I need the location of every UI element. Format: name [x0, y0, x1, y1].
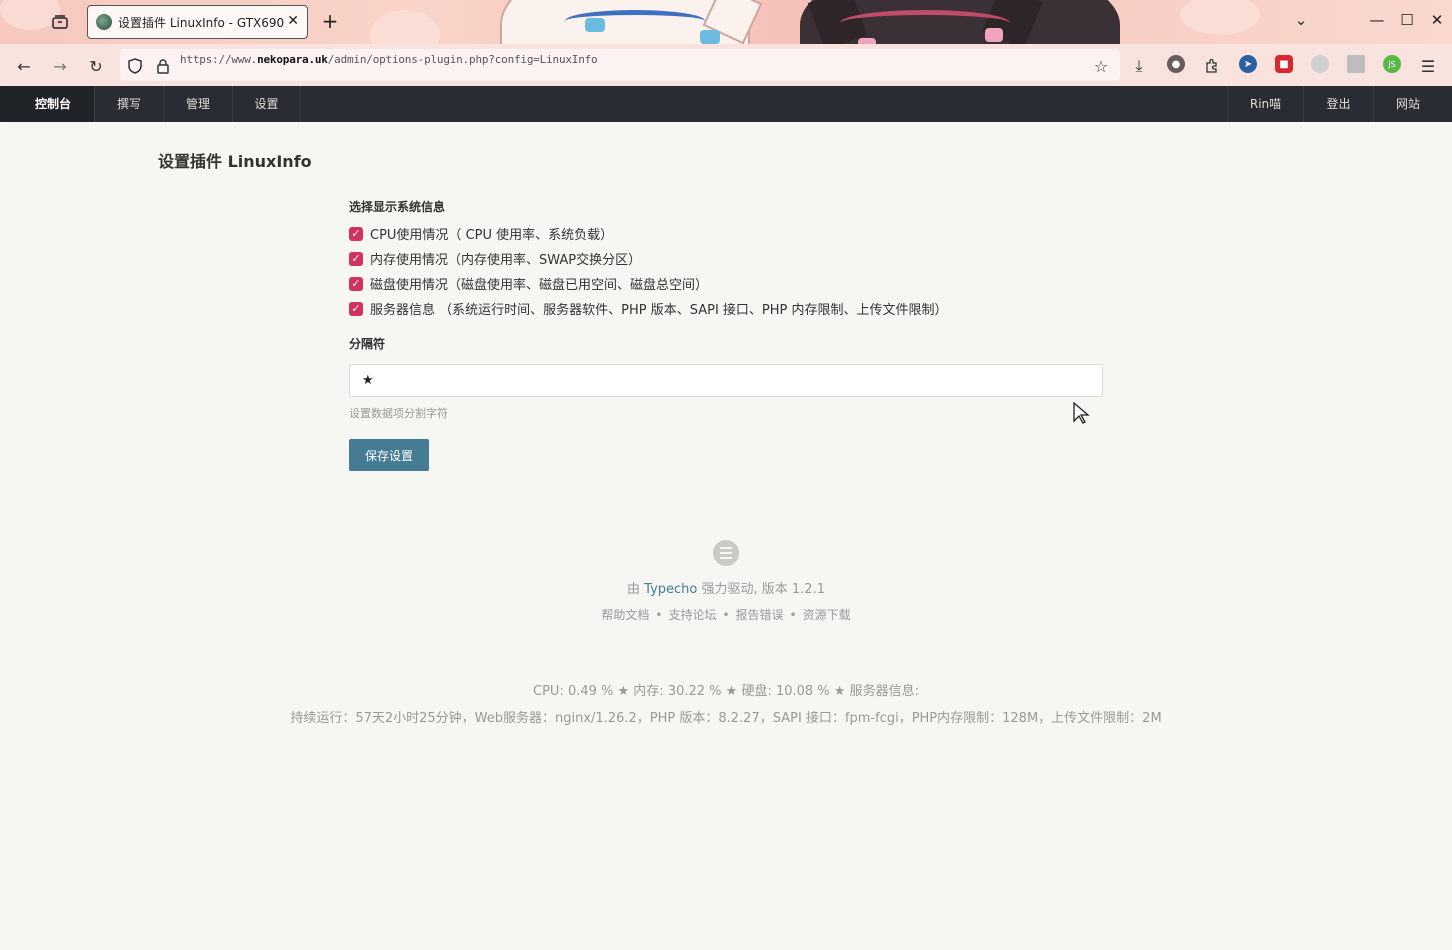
- checkbox-cpu[interactable]: ✓: [349, 226, 363, 241]
- help-docs-link[interactable]: 帮助文档: [601, 608, 649, 622]
- theme-art-bow: [700, 30, 720, 44]
- page-title: 设置插件 LinuxInfo: [158, 152, 312, 171]
- close-icon[interactable]: ✕: [1427, 11, 1447, 29]
- typecho-logo-icon: [713, 540, 739, 566]
- downloads-link[interactable]: 资源下载: [803, 608, 851, 622]
- ublock-icon[interactable]: ■: [1275, 55, 1293, 73]
- theme-art-bow: [585, 18, 605, 32]
- extension-icon[interactable]: ●: [1167, 55, 1185, 73]
- menu-write[interactable]: 撰写: [95, 86, 164, 122]
- system-stats-line1: CPU: 0.49 % ★ 内存: 30.22 % ★ 硬盘: 10.08 % …: [533, 684, 919, 699]
- browser-tab-active[interactable]: 设置插件 LinuxInfo - GTX690 ✕: [87, 5, 308, 39]
- tab-list-icon[interactable]: [48, 10, 72, 34]
- separator-dot: •: [789, 608, 797, 622]
- separator-dot: •: [655, 608, 663, 622]
- lock-icon[interactable]: [152, 55, 174, 77]
- menu-manage[interactable]: 管理: [164, 86, 233, 122]
- new-tab-button[interactable]: +: [318, 9, 342, 33]
- download-icon[interactable]: ⤓: [1128, 55, 1150, 77]
- theme-art-bow: [985, 28, 1003, 42]
- maximize-icon[interactable]: ☐: [1397, 11, 1417, 29]
- minimize-icon[interactable]: —: [1367, 11, 1387, 29]
- tab-title: 设置插件 LinuxInfo - GTX690: [118, 15, 284, 30]
- powered-prefix: 由: [627, 582, 645, 597]
- option-server-label: 服务器信息 （系统运行时间、服务器软件、PHP 版本、SAPI 接口、PHP 内…: [370, 303, 948, 318]
- reload-icon[interactable]: ↻: [85, 55, 107, 77]
- plugin-config-form: 选择显示系统信息 ✓ CPU使用情况（ CPU 使用率、系统负载） ✓ 内存使用…: [349, 198, 1103, 471]
- menu-settings[interactable]: 设置: [233, 86, 301, 122]
- save-settings-button[interactable]: 保存设置: [349, 439, 429, 471]
- checkbox-disk[interactable]: ✓: [349, 276, 363, 291]
- menu-user[interactable]: Rin喵: [1227, 86, 1303, 122]
- shield-icon[interactable]: [124, 55, 146, 77]
- admin-nav: 控制台 撰写 管理 设置 Rin喵 登出 网站: [0, 86, 1452, 122]
- back-icon[interactable]: ←: [13, 55, 35, 77]
- admin-nav-spacer: [0, 86, 12, 122]
- option-memory-label: 内存使用情况（内存使用率、SWAP交换分区）: [370, 253, 642, 268]
- reader-icon[interactable]: [1347, 55, 1365, 73]
- report-bug-link[interactable]: 报告错误: [736, 608, 784, 622]
- menu-icon[interactable]: ☰: [1417, 55, 1439, 77]
- option-cpu[interactable]: ✓ CPU使用情况（ CPU 使用率、系统负载）: [349, 221, 1103, 246]
- site-favicon-icon: [96, 14, 112, 30]
- footer-links: 帮助文档 • 支持论坛 • 报告错误 • 资源下载: [0, 606, 1452, 623]
- background-petal: [1180, 0, 1260, 35]
- powered-suffix: 强力驱动, 版本 1.2.1: [697, 582, 825, 597]
- js-ext-icon[interactable]: JS: [1383, 55, 1401, 73]
- tab-close-icon[interactable]: ✕: [287, 13, 299, 29]
- puzzle-icon[interactable]: [1201, 55, 1223, 77]
- mouse-cursor-icon: [1072, 401, 1090, 428]
- chevron-down-icon[interactable]: ⌄: [1291, 11, 1311, 29]
- browser-tab-strip: 设置插件 LinuxInfo - GTX690 ✕ + ⌄ — ☐ ✕: [0, 0, 1452, 44]
- separator-dot: •: [722, 608, 730, 622]
- option-server[interactable]: ✓ 服务器信息 （系统运行时间、服务器软件、PHP 版本、SAPI 接口、PHP…: [349, 296, 1103, 321]
- cursor-ext-icon[interactable]: ➤: [1239, 55, 1257, 73]
- options-list: ✓ CPU使用情况（ CPU 使用率、系统负载） ✓ 内存使用情况（内存使用率、…: [349, 221, 1103, 321]
- option-disk-label: 磁盘使用情况（磁盘使用率、磁盘已用空间、磁盘总空间）: [370, 278, 709, 293]
- menu-logout[interactable]: 登出: [1303, 86, 1373, 122]
- checkbox-server[interactable]: ✓: [349, 301, 363, 316]
- system-stats-line2: 持续运行：57天2小时25分钟，Web服务器：nginx/1.26.2，PHP …: [290, 711, 1162, 726]
- footer: 由 Typecho 强力驱动, 版本 1.2.1 帮助文档 • 支持论坛 • 报告错误 •…: [0, 540, 1452, 726]
- url-text[interactable]: https://www.nekopara.uk/admin/options-pl…: [180, 53, 598, 66]
- separator-label: 分隔符: [349, 337, 386, 351]
- ext-icon[interactable]: [1311, 55, 1329, 73]
- option-memory[interactable]: ✓ 内存使用情况（内存使用率、SWAP交换分区）: [349, 246, 1103, 271]
- powered-by: 由 Typecho 强力驱动, 版本 1.2.1: [0, 578, 1452, 597]
- separator-input[interactable]: ★: [349, 364, 1103, 397]
- bookmark-star-icon[interactable]: ☆: [1090, 55, 1112, 77]
- forward-icon[interactable]: →: [49, 55, 71, 77]
- background-petal: [370, 10, 440, 44]
- typecho-link[interactable]: Typecho: [644, 582, 697, 597]
- support-forum-link[interactable]: 支持论坛: [668, 608, 716, 622]
- checkbox-memory[interactable]: ✓: [349, 251, 363, 266]
- menu-website[interactable]: 网站: [1373, 86, 1442, 122]
- option-cpu-label: CPU使用情况（ CPU 使用率、系统负载）: [370, 228, 614, 243]
- option-disk[interactable]: ✓ 磁盘使用情况（磁盘使用率、磁盘已用空间、磁盘总空间）: [349, 271, 1103, 296]
- menu-dashboard[interactable]: 控制台: [12, 86, 95, 122]
- separator-description: 设置数据项分割字符: [349, 407, 448, 420]
- section-label: 选择显示系统信息: [349, 200, 446, 214]
